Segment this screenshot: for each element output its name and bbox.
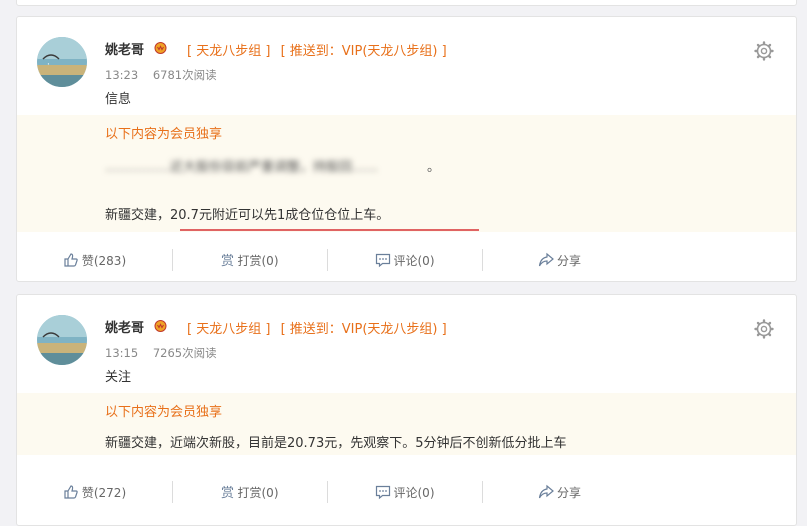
post-time: 13:15 bbox=[105, 346, 139, 360]
comment-label: 评论(0) bbox=[393, 485, 435, 500]
comment-label: 评论(0) bbox=[393, 253, 435, 268]
svg-text:赏: 赏 bbox=[221, 486, 234, 499]
vip-crown-icon bbox=[154, 320, 167, 332]
svg-text:赏: 赏 bbox=[221, 254, 234, 267]
comment-button[interactable]: 评论(0) bbox=[327, 481, 482, 503]
author-avatar[interactable]: · bbox=[37, 37, 87, 87]
svg-text:·: · bbox=[47, 60, 50, 70]
blurred-text-end: 。 bbox=[427, 160, 441, 175]
action-bar: 赞(283) 赏 打赏(0) 评论(0) 分享 bbox=[17, 249, 796, 271]
vip-notice: 以下内容为会员独享 bbox=[105, 405, 223, 420]
reward-icon: 赏 bbox=[221, 254, 234, 267]
reward-button[interactable]: 赏 打赏(0) bbox=[172, 249, 327, 271]
post-body: 新疆交建，近端次新股，目前是20.73元，先观察下。5分钟后不创新低分批上车 bbox=[105, 436, 567, 451]
read-count: 7265次阅读 bbox=[152, 346, 217, 360]
post-card: 姚老哥 [ 天龙八步组 ] [ 推送到：VIP(天龙八步组) ] 13:15 7… bbox=[16, 294, 797, 526]
author-name[interactable]: 姚老哥 bbox=[105, 39, 144, 58]
reward-label: 打赏(0) bbox=[237, 253, 279, 268]
like-button[interactable]: 赞(272) bbox=[17, 481, 172, 503]
like-button[interactable]: 赞(283) bbox=[17, 249, 172, 271]
share-icon bbox=[538, 484, 554, 499]
gear-icon[interactable] bbox=[754, 41, 774, 61]
like-label: 赞(283) bbox=[81, 253, 127, 268]
post-card: · 姚老哥 [ 天龙八步组 ] [ 推送到：VIP(天龙八步组) ] 13:23… bbox=[16, 16, 797, 282]
previous-card-edge bbox=[16, 0, 797, 6]
vip-content-box: 以下内容为会员独享 ……………近大股份目前严重调整，持股回…… 。 新疆交建，2… bbox=[17, 115, 796, 232]
author-avatar[interactable] bbox=[37, 315, 87, 365]
reward-button[interactable]: 赏 打赏(0) bbox=[172, 481, 327, 503]
share-icon bbox=[538, 252, 554, 267]
author-name[interactable]: 姚老哥 bbox=[105, 317, 144, 336]
share-button[interactable]: 分享 bbox=[482, 481, 637, 503]
vip-notice: 以下内容为会员独享 bbox=[105, 127, 223, 142]
comment-icon bbox=[375, 253, 390, 268]
group-tag[interactable]: [ 天龙八步组 ] bbox=[187, 322, 270, 337]
post-time: 13:23 bbox=[105, 68, 139, 82]
share-label: 分享 bbox=[556, 485, 581, 500]
push-tag[interactable]: [ 推送到：VIP(天龙八步组) ] bbox=[281, 44, 447, 59]
gear-icon[interactable] bbox=[754, 319, 774, 339]
post-title: 关注 bbox=[105, 370, 132, 385]
share-label: 分享 bbox=[556, 253, 581, 268]
vip-crown-icon bbox=[154, 42, 167, 54]
like-label: 赞(272) bbox=[81, 485, 127, 500]
vip-content-box: 以下内容为会员独享 新疆交建，近端次新股，目前是20.73元，先观察下。5分钟后… bbox=[17, 393, 796, 455]
post-body: 新疆交建，20.7元附近可以先1成仓位仓位上车。 bbox=[105, 208, 390, 223]
thumb-up-icon bbox=[64, 485, 78, 499]
reward-label: 打赏(0) bbox=[237, 485, 279, 500]
thumb-up-icon bbox=[64, 253, 78, 267]
comment-button[interactable]: 评论(0) bbox=[327, 249, 482, 271]
share-button[interactable]: 分享 bbox=[482, 249, 637, 271]
comment-icon bbox=[375, 485, 390, 500]
action-bar: 赞(272) 赏 打赏(0) 评论(0) 分享 bbox=[17, 481, 796, 503]
read-count: 6781次阅读 bbox=[152, 68, 217, 82]
blurred-text: ……………近大股份目前严重调整，持股回…… bbox=[105, 160, 379, 175]
push-tag[interactable]: [ 推送到：VIP(天龙八步组) ] bbox=[281, 322, 447, 337]
post-title: 信息 bbox=[105, 92, 132, 107]
red-underline bbox=[180, 229, 479, 231]
reward-icon: 赏 bbox=[221, 486, 234, 499]
group-tag[interactable]: [ 天龙八步组 ] bbox=[187, 44, 270, 59]
